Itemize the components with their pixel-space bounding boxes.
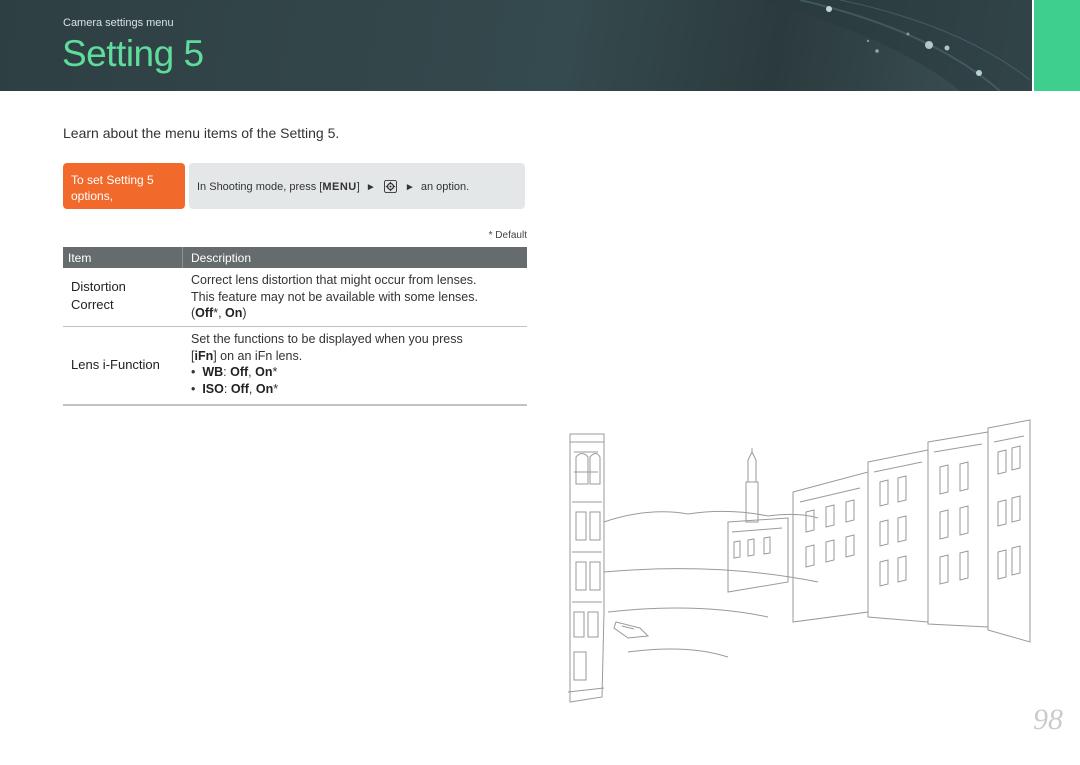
intro-text: Learn about the menu items of the Settin… bbox=[63, 125, 340, 141]
howto-label: To set Setting 5 options, bbox=[63, 163, 185, 209]
desc-line: [iFn] on an iFn lens. bbox=[191, 348, 521, 365]
paren: ) bbox=[242, 306, 247, 320]
menu-key: MENU bbox=[322, 181, 357, 193]
arrow-right-icon: ► bbox=[404, 182, 415, 193]
row-item-label: Distortion Correct bbox=[71, 278, 126, 314]
header-banner: Camera settings menu Setting 5 bbox=[0, 0, 1032, 91]
column-header-item: Item bbox=[68, 251, 92, 265]
table-row: Lens i-Function Set the functions to be … bbox=[63, 327, 527, 406]
row-item-label: Lens i-Function bbox=[71, 357, 160, 372]
default-mark: * bbox=[272, 365, 278, 379]
list-item: • ISO: Off, On* bbox=[191, 381, 279, 396]
table-row: Distortion Correct Correct lens distorti… bbox=[63, 268, 527, 327]
instruction-prefix: In Shooting mode, press [ bbox=[197, 181, 323, 193]
page-title: Setting 5 bbox=[62, 33, 204, 74]
venice-canal-illustration bbox=[568, 419, 1031, 703]
default-mark: * bbox=[273, 381, 279, 396]
option-off: Off bbox=[230, 365, 249, 379]
list-item: • WB: Off, On* bbox=[191, 365, 278, 379]
default-mark: *, bbox=[213, 306, 226, 320]
column-header-description: Description bbox=[191, 251, 252, 265]
bullet-name: ISO bbox=[202, 381, 224, 396]
breadcrumb: Camera settings menu bbox=[63, 17, 174, 29]
settings-gear-icon bbox=[383, 180, 397, 193]
howto-instruction: In Shooting mode, press [MENU] ► ► an op… bbox=[189, 163, 525, 209]
item-line: Correct bbox=[71, 297, 114, 312]
section-side-tab[interactable] bbox=[1034, 0, 1080, 91]
item-line: Distortion bbox=[71, 279, 126, 294]
option-values: (Off*, On) bbox=[191, 305, 521, 322]
sep: : bbox=[223, 381, 231, 396]
desc-line: Correct lens distortion that might occur… bbox=[191, 273, 477, 287]
table-header: Item Description bbox=[63, 247, 527, 268]
option-off: Off bbox=[195, 306, 214, 320]
row-description: Correct lens distortion that might occur… bbox=[191, 272, 521, 322]
option-on: On bbox=[255, 381, 274, 396]
default-note: * Default bbox=[488, 230, 527, 241]
bullet-name: WB bbox=[202, 365, 224, 379]
option-on: On bbox=[255, 365, 273, 379]
column-divider bbox=[182, 247, 183, 268]
desc-text: ] on an iFn lens. bbox=[213, 348, 303, 363]
option-off: Off bbox=[230, 381, 249, 396]
option-on: On bbox=[225, 306, 243, 320]
instruction-suffix: an option. bbox=[420, 181, 470, 193]
desc-line: Set the functions to be displayed when y… bbox=[191, 332, 463, 346]
instruction-mid: ] bbox=[356, 181, 360, 193]
sep: , bbox=[248, 381, 256, 396]
page-number: 98 bbox=[1033, 703, 1063, 736]
arrow-right-icon: ► bbox=[365, 182, 376, 193]
ifn-key: iFn bbox=[194, 348, 214, 363]
row-description: Set the functions to be displayed when y… bbox=[191, 331, 521, 397]
desc-line: This feature may not be available with s… bbox=[191, 289, 478, 304]
